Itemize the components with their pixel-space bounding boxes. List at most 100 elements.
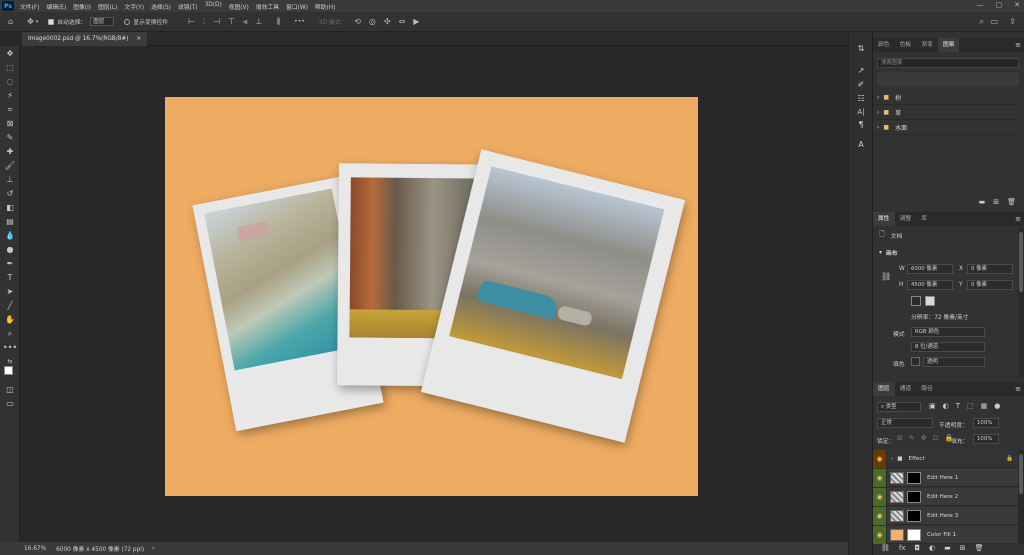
visibility-eye-icon[interactable]: ◉ bbox=[873, 449, 887, 468]
artboard[interactable] bbox=[165, 97, 698, 496]
chevron-right-icon[interactable]: › bbox=[877, 94, 879, 101]
chevron-right-icon[interactable]: › bbox=[877, 109, 879, 116]
search-icon[interactable]: ⌕ bbox=[980, 17, 984, 27]
bit-depth-dropdown[interactable]: 8 位/通道 bbox=[911, 342, 985, 352]
gradient-tool-icon[interactable]: ▤ bbox=[0, 216, 20, 228]
3d-scale-icon[interactable]: ▶ bbox=[413, 17, 419, 26]
align-top-icon[interactable]: ⊤ bbox=[228, 17, 235, 26]
tab-swatches[interactable]: 色板 bbox=[895, 38, 917, 52]
x-field[interactable]: 0 像素 bbox=[967, 264, 1013, 274]
tab-patterns[interactable]: 图案 bbox=[937, 38, 960, 52]
visibility-eye-icon[interactable]: ◉ bbox=[873, 487, 887, 506]
layer-edit-here-2[interactable]: ◉ Edit Here 2 bbox=[873, 487, 1019, 506]
tab-gradients[interactable]: 渐变 bbox=[916, 38, 938, 52]
mode-dropdown[interactable]: RGB 颜色 bbox=[911, 327, 985, 337]
lock-paint-icon[interactable]: ✎ bbox=[909, 434, 915, 442]
character-icon[interactable]: A| bbox=[849, 108, 873, 116]
layer-effect-group[interactable]: ◉ › ■ Effect 🔒 bbox=[873, 449, 1019, 468]
photoshop-logo[interactable]: Ps bbox=[2, 1, 14, 11]
home-icon[interactable]: ⌂ bbox=[8, 17, 13, 26]
new-layer-icon[interactable]: ⊞ bbox=[960, 544, 966, 552]
auto-select-checkbox[interactable] bbox=[48, 18, 55, 25]
menu-edit[interactable]: 编辑(E) bbox=[46, 2, 66, 11]
healing-brush-tool-icon[interactable]: ✚ bbox=[0, 146, 20, 158]
panel-menu-icon[interactable]: ≡ bbox=[1015, 38, 1021, 52]
scroll-thumb[interactable] bbox=[1019, 454, 1023, 494]
fill-swatch[interactable] bbox=[911, 357, 920, 366]
layers-scrollbar[interactable] bbox=[1018, 450, 1024, 544]
pattern-folder-trees[interactable]: › ■ 树 bbox=[873, 90, 1019, 105]
scroll-thumb[interactable] bbox=[1019, 232, 1023, 292]
chevron-right-icon[interactable]: › bbox=[877, 124, 879, 131]
zoom-tool-icon[interactable]: ⌕ bbox=[0, 328, 20, 340]
eraser-tool-icon[interactable]: ◧ bbox=[0, 202, 20, 214]
close-tab-icon[interactable]: × bbox=[136, 36, 141, 42]
menu-layer[interactable]: 图层(L) bbox=[98, 2, 117, 11]
workspace-icon[interactable]: ▭ bbox=[990, 17, 998, 26]
delete-layer-icon[interactable]: 🗑 bbox=[975, 544, 984, 552]
tab-channels[interactable]: 通道 bbox=[895, 382, 917, 396]
menu-view[interactable]: 视图(V) bbox=[229, 2, 249, 11]
brushes-icon[interactable]: ✐ bbox=[849, 80, 873, 89]
visibility-eye-icon[interactable]: ◉ bbox=[873, 468, 887, 487]
align-left-icon[interactable]: ⊢ bbox=[188, 17, 195, 26]
filter-adjustment-icon[interactable]: ◐ bbox=[943, 402, 949, 410]
menu-plugins[interactable]: 增效工具 bbox=[256, 2, 279, 11]
menu-window[interactable]: 窗口(W) bbox=[286, 2, 308, 11]
align-right-icon[interactable]: ⊣ bbox=[213, 17, 220, 26]
menu-select[interactable]: 选择(S) bbox=[151, 2, 171, 11]
link-layers-icon[interactable]: ⛓ bbox=[881, 544, 890, 552]
frame-tool-icon[interactable]: ⊠ bbox=[0, 118, 20, 130]
menu-help[interactable]: 帮助(H) bbox=[315, 2, 335, 11]
type-tool-icon[interactable]: T bbox=[0, 272, 20, 284]
adjust-icon[interactable]: ☷ bbox=[849, 94, 873, 103]
chevron-down-icon[interactable]: ▾ bbox=[36, 19, 39, 25]
filter-smart-icon[interactable]: ▦ bbox=[981, 402, 988, 410]
fill-dropdown[interactable]: 透明 bbox=[923, 357, 985, 367]
share-icon[interactable]: ⇪ bbox=[1009, 17, 1016, 26]
document-tab[interactable]: Image0002.psd @ 16.7%(RGB/8#) × bbox=[22, 32, 148, 46]
distribute-icon[interactable]: ⫼ bbox=[276, 17, 280, 27]
fx-icon[interactable]: fx bbox=[899, 544, 906, 552]
link-icon[interactable]: ⛓ bbox=[881, 272, 891, 281]
brush-settings-icon[interactable]: ↗ bbox=[849, 66, 873, 75]
landscape-orientation-icon[interactable] bbox=[925, 296, 935, 306]
hand-tool-icon[interactable]: ✋ bbox=[0, 314, 20, 326]
pattern-folder-grass[interactable]: › ■ 草 bbox=[873, 105, 1019, 120]
shape-tool-icon[interactable]: ╱ bbox=[0, 300, 20, 312]
menu-type[interactable]: 文字(Y) bbox=[124, 2, 144, 11]
3d-roll-icon[interactable]: ◎ bbox=[369, 17, 376, 26]
layer-edit-here-1[interactable]: ◉ Edit Here 1 bbox=[873, 468, 1019, 487]
dodge-tool-icon[interactable]: ● bbox=[0, 244, 20, 256]
quick-mask-icon[interactable]: ◫ bbox=[0, 384, 20, 396]
tab-color[interactable]: 颜色 bbox=[873, 38, 895, 52]
3d-rotate-icon[interactable]: ⟲ bbox=[354, 17, 361, 26]
opacity-field[interactable]: 100% bbox=[973, 418, 999, 428]
more-options-button[interactable]: ••• bbox=[294, 18, 305, 25]
tab-properties[interactable]: 属性 bbox=[873, 212, 895, 226]
layer-edit-here-3[interactable]: ◉ Edit Here 3 bbox=[873, 506, 1019, 525]
brush-tool-icon[interactable]: 🖌 bbox=[0, 160, 20, 172]
status-menu-arrow[interactable]: › bbox=[152, 546, 154, 552]
lock-transparency-icon[interactable]: ⊞ bbox=[897, 434, 903, 442]
new-group-icon[interactable]: ▬ bbox=[979, 198, 986, 206]
menu-image[interactable]: 图像(I) bbox=[73, 2, 91, 11]
visibility-eye-icon[interactable]: ◉ bbox=[873, 525, 887, 544]
properties-scrollbar[interactable] bbox=[1018, 228, 1024, 378]
align-bottom-icon[interactable]: ⊥ bbox=[256, 17, 263, 26]
move-tool-icon[interactable]: ✥ bbox=[0, 48, 20, 60]
edit-toolbar-icon[interactable]: ••• bbox=[0, 342, 20, 354]
layer-filter-dropdown[interactable]: ⌕ 类型 bbox=[877, 402, 921, 412]
maximize-button[interactable]: ▢ bbox=[996, 1, 1003, 9]
minimize-button[interactable]: — bbox=[977, 1, 984, 9]
menu-filter[interactable]: 滤镜(T) bbox=[178, 2, 198, 11]
crop-tool-icon[interactable]: ⌗ bbox=[0, 104, 20, 116]
tab-adjustments[interactable]: 调整 bbox=[895, 212, 917, 226]
width-field[interactable]: 6000 像素 bbox=[907, 264, 953, 274]
filter-shape-icon[interactable]: ⬚ bbox=[967, 402, 974, 410]
screen-mode-icon[interactable]: ▭ bbox=[0, 398, 20, 410]
foreground-color-swatch[interactable] bbox=[4, 366, 13, 375]
zoom-level[interactable]: 16.67% bbox=[24, 546, 46, 552]
move-tool-icon[interactable]: ✥ bbox=[27, 17, 34, 26]
align-middle-icon[interactable]: ⫷ bbox=[243, 17, 248, 27]
